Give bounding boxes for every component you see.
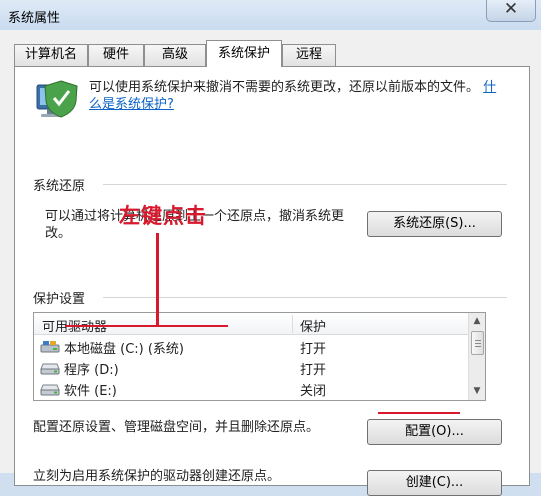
tab-label: 高级 (161, 47, 188, 62)
tab-system-protection[interactable]: 系统保护 (206, 40, 282, 67)
close-icon: ✕ (503, 0, 519, 19)
hard-drive-icon (40, 363, 60, 375)
drive-name: 本地磁盘 (C:) (系统) (64, 342, 185, 357)
system-drive-icon (40, 341, 60, 353)
section-divider (103, 297, 507, 298)
drive-row[interactable]: 程序 (D:) 打开 (34, 357, 468, 378)
tab-label: 硬件 (102, 47, 129, 62)
annotation-underline-configure (378, 412, 460, 414)
tab-advanced[interactable]: 高级 (144, 44, 206, 66)
close-button[interactable]: ✕ (486, 0, 536, 22)
configure-button[interactable]: 配置(O)... (367, 419, 502, 445)
drive-name: 程序 (D:) (64, 363, 119, 378)
title-bar: 系统属性 ✕ (0, 0, 541, 30)
section-divider (103, 184, 507, 185)
drive-row[interactable]: 本地磁盘 (C:) (系统) 打开 (34, 336, 468, 357)
column-separator[interactable] (292, 315, 293, 333)
tab-computer-name[interactable]: 计算机名 (14, 44, 88, 66)
grip-line (475, 343, 481, 344)
drive-row[interactable]: 软件 (E:) 关闭 (34, 378, 468, 399)
tab-label: 系统保护 (217, 46, 270, 61)
drive-protection-status: 关闭 (300, 384, 327, 399)
intro-description: 可以使用系统保护来撤消不需要的系统更改，还原以前版本的文件。 (89, 80, 480, 95)
drive-name: 软件 (E:) (64, 384, 117, 399)
scrollbar-thumb[interactable] (471, 331, 484, 355)
annotation-label: 左键点击 (119, 204, 207, 228)
tab-label: 计算机名 (24, 47, 77, 62)
intro-text: 可以使用系统保护来撤消不需要的系统更改，还原以前版本的文件。 什么是系统保护? (89, 79, 509, 113)
scroll-down-icon[interactable]: ▼ (469, 383, 485, 400)
system-protection-icon (36, 80, 78, 118)
window-title: 系统属性 (8, 11, 61, 26)
drive-protection-status: 打开 (300, 342, 327, 357)
system-restore-title: 系统还原 (33, 179, 86, 194)
system-restore-button[interactable]: 系统还原(S)... (367, 211, 502, 237)
annotation-pointer-line (156, 233, 159, 325)
drive-protection-status: 打开 (300, 363, 327, 378)
drive-list-scrollbar[interactable]: ▲ ▼ (468, 313, 485, 400)
configure-description: 配置还原设置、管理磁盘空间，并且删除还原点。 (33, 420, 320, 435)
tab-label: 远程 (295, 47, 322, 62)
grip-line (475, 346, 481, 347)
system-protection-panel: 可以使用系统保护来撤消不需要的系统更改，还原以前版本的文件。 什么是系统保护? … (14, 66, 530, 496)
create-description: 立刻为启用系统保护的驱动器创建还原点。 (33, 469, 281, 484)
tab-hardware[interactable]: 硬件 (88, 44, 144, 66)
drive-list-header: 可用驱动器 保护 (34, 313, 468, 335)
column-header-protection[interactable]: 保护 (300, 316, 326, 335)
tab-remote[interactable]: 远程 (282, 44, 336, 66)
window-body: 计算机名 硬件 高级 系统保护 远程 可以使用系统保护来撤消不需要的系统更改，还… (0, 30, 541, 496)
create-button[interactable]: 创建(C)... (367, 470, 502, 496)
grip-line (475, 340, 481, 341)
protection-settings-title: 保护设置 (33, 292, 86, 307)
annotation-underline (65, 325, 228, 327)
hard-drive-icon (40, 384, 60, 396)
scroll-up-icon[interactable]: ▲ (469, 313, 485, 330)
